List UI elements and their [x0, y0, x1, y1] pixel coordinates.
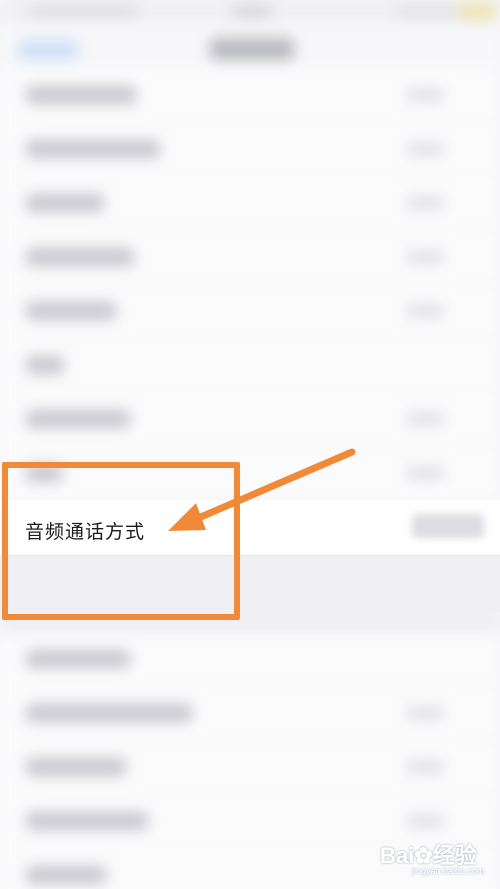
- settings-row[interactable]: [0, 230, 500, 284]
- status-bar: [0, 0, 500, 22]
- settings-row[interactable]: [0, 392, 500, 446]
- back-button[interactable]: [18, 40, 78, 60]
- blurred-settings-list: [0, 0, 500, 889]
- settings-row-value: [412, 514, 484, 538]
- settings-row[interactable]: [0, 68, 500, 122]
- watermark-url: jingyan.baidu.com: [412, 866, 485, 876]
- screen: 音频通话方式 Bai✿经验 jingyan.baidu.com: [0, 0, 500, 889]
- status-time: [232, 6, 272, 16]
- settings-row[interactable]: [0, 176, 500, 230]
- battery-icon: [458, 2, 496, 20]
- settings-row[interactable]: [0, 632, 500, 686]
- settings-row[interactable]: [0, 284, 500, 338]
- settings-row[interactable]: [0, 122, 500, 176]
- status-carrier: [28, 6, 138, 16]
- settings-row[interactable]: [0, 740, 500, 794]
- settings-row[interactable]: [0, 686, 500, 740]
- highlight-box: [2, 462, 240, 620]
- page-title: [210, 38, 294, 60]
- paw-icon: ✿: [414, 843, 433, 868]
- settings-row[interactable]: [0, 338, 500, 392]
- watermark: Bai✿经验 jingyan.baidu.com: [372, 832, 496, 886]
